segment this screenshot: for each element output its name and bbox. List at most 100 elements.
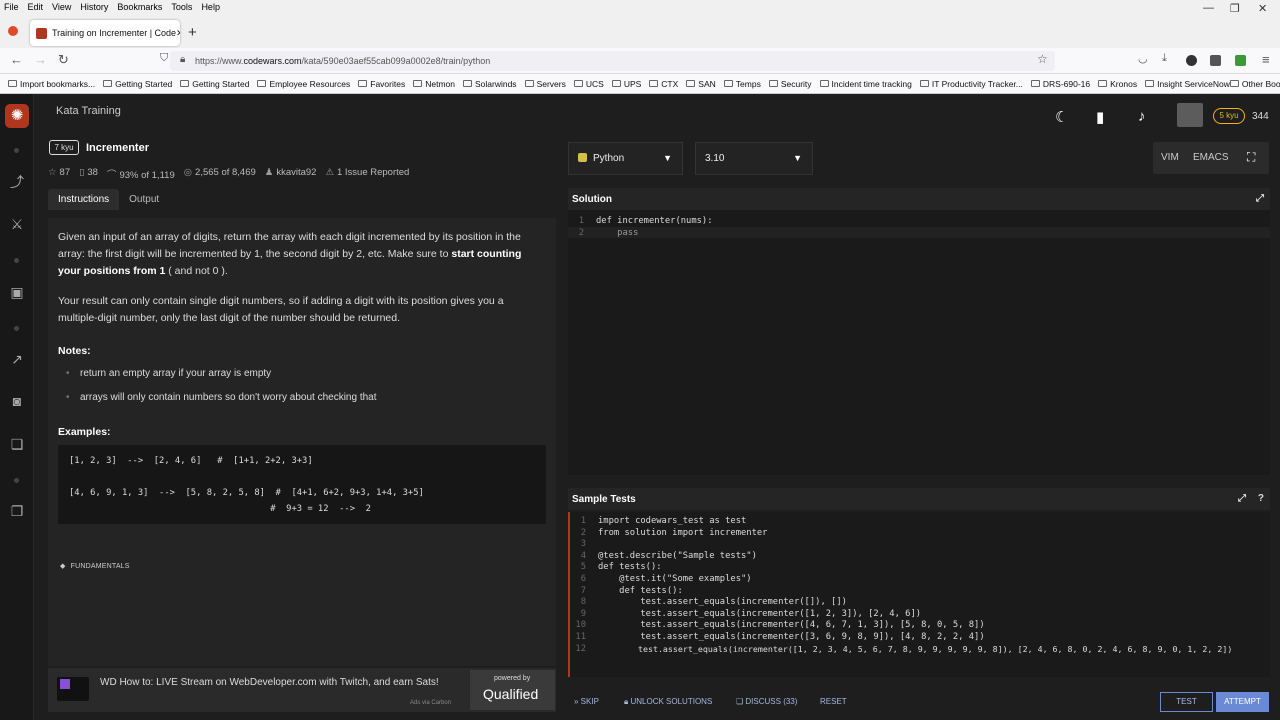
extension-n-icon[interactable] [1186, 55, 1197, 66]
sample-tests-editor[interactable]: 1 2 3 4 5 6 7 8 9 10 11 12 import codewa… [568, 512, 1270, 677]
bookmark-ups[interactable]: UPS [611, 79, 641, 89]
powered-by-qualified[interactable]: powered by Qualified [470, 670, 555, 710]
bookmark-incident[interactable]: Incident time tracking [819, 79, 912, 89]
url-bar[interactable]: https://www. codewars.com/kata/590e03aef5… [170, 51, 1055, 71]
bookmark-drs[interactable]: DRS-690-16 [1030, 79, 1090, 89]
training-icon[interactable]: ⤴ [8, 173, 26, 191]
bookmark-ucs[interactable]: UCS [573, 79, 604, 89]
tag-icon: ◆ [60, 563, 66, 570]
qualified-logo: Qualified [483, 686, 539, 702]
downloads-icon[interactable]: ⤓ [1162, 52, 1167, 65]
attempt-button[interactable]: ATTEMPT [1216, 692, 1269, 712]
kata-title: Incrementer [86, 142, 149, 154]
solution-editor[interactable]: 1 2 def incrementer(nums): pass [568, 210, 1270, 475]
bookmark-favorites[interactable]: Favorites [358, 79, 405, 89]
menu-help[interactable]: Help [201, 2, 220, 12]
bookmark-security[interactable]: Security [768, 79, 812, 89]
emacs-mode-button[interactable]: EMACS [1193, 152, 1229, 163]
bookmark-servicenow[interactable]: Insight ServiceNow [1145, 79, 1230, 89]
close-window-icon[interactable]: ✕ [1258, 2, 1267, 15]
bookmark-it-productivity[interactable]: IT Productivity Tracker... [919, 79, 1023, 89]
menu-view[interactable]: View [52, 2, 71, 12]
menu-bookmarks[interactable]: Bookmarks [117, 2, 162, 12]
docs-book-icon[interactable]: ❐ [8, 502, 26, 520]
bookmark-ctx[interactable]: CTX [649, 79, 678, 89]
issues-link[interactable]: ⚠ 1 Issue Reported [325, 167, 409, 181]
bookmark-icon: ▯ [79, 167, 85, 178]
twitch-ad-icon[interactable] [57, 677, 89, 701]
sidebar-dot [14, 148, 19, 153]
new-tab-icon[interactable]: + [188, 24, 197, 41]
version-select[interactable]: 3.10 ▼ [695, 142, 813, 175]
forward-icon[interactable]: → [34, 52, 47, 67]
collections-stat[interactable]: ▯ 38 [79, 167, 98, 181]
test-button[interactable]: TEST [1160, 692, 1213, 712]
menu-file[interactable]: File [4, 2, 19, 12]
bookmark-san[interactable]: SAN [686, 79, 716, 89]
dark-mode-moon-icon[interactable]: ☾ [1055, 108, 1068, 126]
minimize-window-icon[interactable]: — [1203, 2, 1214, 14]
tab-output[interactable]: Output [119, 189, 169, 210]
bookmark-employee-resources[interactable]: Employee Resources [257, 79, 350, 89]
back-icon[interactable]: ← [10, 52, 23, 67]
vim-mode-button[interactable]: VIM [1161, 152, 1179, 163]
test-line: def tests(): [598, 562, 662, 572]
menu-tools[interactable]: Tools [171, 2, 192, 12]
leaderboard-icon[interactable]: ↗ [8, 350, 26, 368]
fullscreen-icon[interactable]: ⛶ [1247, 150, 1255, 165]
lock-icon[interactable]: 🔒︎ [180, 54, 185, 65]
bookmark-temps[interactable]: Temps [723, 79, 761, 89]
author-link[interactable]: ♟ kkavita92 [265, 167, 317, 181]
reset-button[interactable]: RESET [820, 697, 847, 706]
bookmark-netmon[interactable]: Netmon [413, 79, 455, 89]
extension-icon[interactable] [1210, 55, 1221, 66]
version-value: 3.10 [705, 153, 725, 164]
bookmarks-toolbar: Import bookmarks... Getting Started Gett… [0, 74, 1280, 94]
line-number: 9 [580, 609, 586, 619]
bookmark-star-icon[interactable]: ☆ [1037, 52, 1048, 66]
bookmark-import[interactable]: Import bookmarks... [8, 79, 95, 89]
discuss-icon[interactable]: ❏ [8, 435, 26, 453]
discord-icon[interactable]: ◙ [8, 392, 26, 410]
close-tab-icon[interactable]: ✕ [176, 28, 180, 39]
skip-button[interactable]: » SKIP [574, 697, 599, 706]
codewars-logo-icon[interactable]: ✺ [5, 104, 29, 128]
shield-icon[interactable]: ⛉ [160, 52, 168, 65]
bookmark-servers[interactable]: Servers [524, 79, 566, 89]
language-select[interactable]: Python ▼ [568, 142, 683, 175]
maximize-window-icon[interactable]: ❐ [1230, 2, 1240, 15]
tab-instructions[interactable]: Instructions [48, 189, 120, 210]
expand-icon[interactable]: ⤢ [1256, 193, 1264, 204]
bookmark-getting-started-2[interactable]: Getting Started [180, 79, 249, 89]
discuss-button[interactable]: ❏ DISCUSS (33) [736, 697, 797, 706]
unlock-solutions-button[interactable]: 🔒︎ UNLOCK SOLUTIONS [624, 697, 712, 707]
line-number: 5 [580, 562, 586, 572]
practice-icon[interactable]: ⚔ [8, 215, 26, 233]
expand-icon[interactable]: ⤢ [1238, 493, 1246, 504]
bookmark-icon[interactable]: ▮ [1096, 108, 1104, 126]
extension-green-icon[interactable] [1235, 55, 1246, 66]
menu-edit[interactable]: Edit [28, 2, 44, 12]
editor-mode-group: VIM EMACS ⛶ [1153, 142, 1269, 174]
ad-text[interactable]: WD How to: LIVE Stream on WebDeveloper.c… [100, 677, 439, 688]
line-number: 11 [575, 632, 586, 642]
line-number: 8 [580, 597, 586, 607]
browser-tab-active[interactable]: Training on Incrementer | Code ✕ [30, 20, 180, 46]
notifications-bell-icon[interactable]: ♪ [1138, 108, 1146, 125]
line-number: 2 [578, 228, 584, 238]
bookmark-solarwinds[interactable]: Solarwinds [462, 79, 517, 89]
help-icon[interactable]: ? [1258, 493, 1264, 504]
ads-via-carbon[interactable]: Ads via Carbon [410, 700, 451, 706]
reload-icon[interactable]: ↻ [58, 52, 69, 68]
bookmark-other[interactable]: Other Bookmarks [1229, 79, 1280, 89]
bookmark-getting-started-1[interactable]: Getting Started [103, 79, 172, 89]
solution-line: pass [596, 228, 639, 238]
menu-hamburger-icon[interactable]: ≡ [1262, 52, 1270, 67]
menu-history[interactable]: History [80, 2, 108, 12]
briefcase-icon[interactable]: ▣ [8, 283, 26, 301]
kata-tag[interactable]: ◆ FUNDAMENTALS [60, 562, 130, 570]
stars-stat[interactable]: ☆ 87 [48, 167, 70, 181]
avatar[interactable] [1177, 103, 1203, 127]
bookmark-kronos[interactable]: Kronos [1098, 79, 1137, 89]
pocket-icon[interactable]: ◡ [1138, 52, 1148, 65]
